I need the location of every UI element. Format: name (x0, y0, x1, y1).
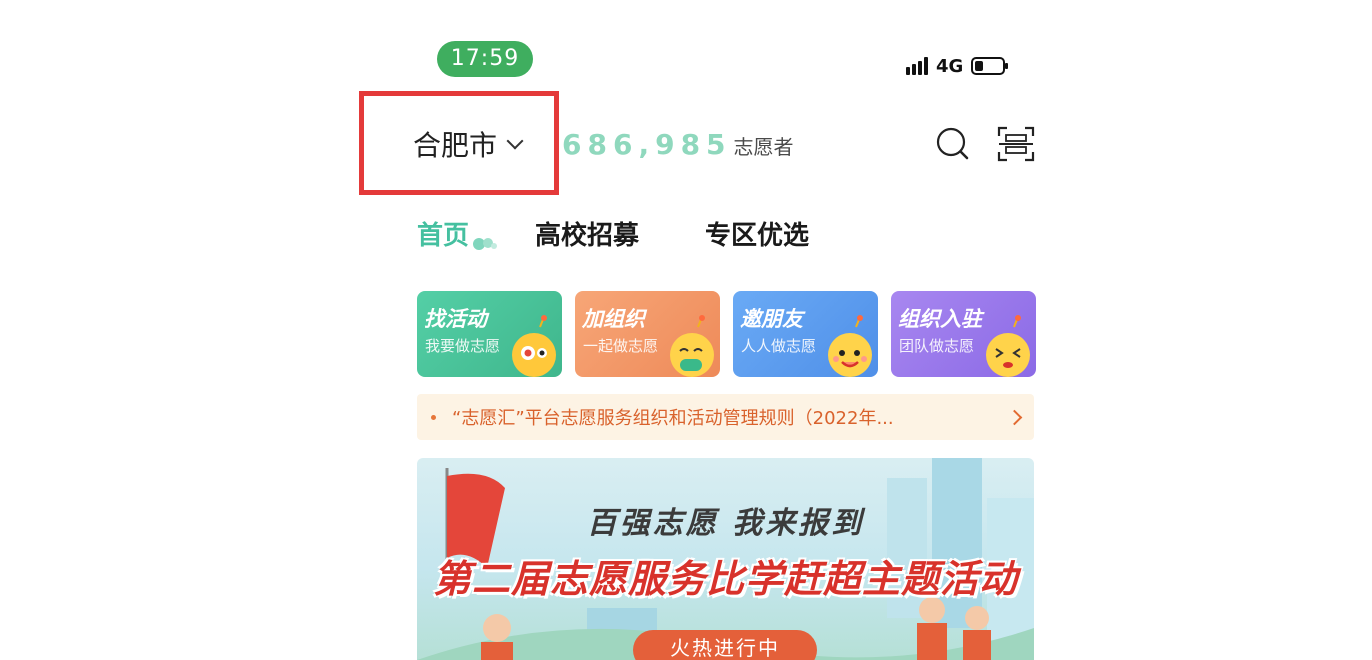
tab-home[interactable]: 首页 (417, 215, 498, 252)
volunteer-label: 志愿者 (733, 135, 794, 159)
card-title: 邀朋友 (740, 307, 803, 331)
quick-actions: 找活动 我要做志愿 加组织 一起做志愿 邀朋友 人人做志愿 组织入驻 团队做志愿 (417, 291, 1036, 377)
signal-icon (906, 57, 928, 75)
notice-text: “志愿汇”平台志愿服务组织和活动管理规则（2022年... (452, 408, 894, 429)
tab-featured-label: 专区优选 (705, 221, 810, 251)
tab-campus-label: 高校招募 (535, 221, 640, 251)
status-time: 17:59 (437, 41, 533, 77)
scan-icon[interactable] (996, 124, 1036, 164)
card-title: 加组织 (582, 307, 645, 331)
card-subtitle: 我要做志愿 (425, 337, 501, 355)
chevron-down-icon (506, 132, 524, 150)
city-selector[interactable]: 合肥市 (413, 124, 524, 164)
card-subtitle: 人人做志愿 (741, 337, 817, 355)
card-invite-friends[interactable]: 邀朋友 人人做志愿 (733, 291, 878, 377)
network-type: 4G (936, 55, 964, 77)
card-title: 找活动 (424, 307, 487, 331)
volunteer-counter: 686,985 志愿者 (562, 128, 794, 161)
mascot-icon (986, 315, 1030, 377)
card-subtitle: 一起做志愿 (583, 337, 659, 355)
city-name: 合肥市 (413, 129, 498, 162)
card-find-activity[interactable]: 找活动 我要做志愿 (417, 291, 562, 377)
card-org-onboard[interactable]: 组织入驻 团队做志愿 (891, 291, 1036, 377)
banner-slogan: 百强志愿 我来报到 (586, 506, 865, 541)
tab-home-label: 首页 (417, 221, 470, 251)
card-join-org[interactable]: 加组织 一起做志愿 (575, 291, 720, 377)
tab-featured[interactable]: 专区优选 (705, 215, 809, 252)
notice-dot-icon (431, 414, 436, 420)
banner-cta-button[interactable]: 火热进行中 (633, 630, 817, 660)
banner-title: 第二届志愿服务比学赶超主题活动 (432, 557, 1018, 601)
mascot-icon (670, 315, 714, 377)
volunteer-count: 686,985 (562, 128, 732, 161)
tab-active-indicator-icon (473, 238, 498, 250)
tab-campus-recruit[interactable]: 高校招募 (535, 215, 639, 252)
promo-banner[interactable]: 百强志愿 我来报到 第二届志愿服务比学赶超主题活动 火热进行中 (417, 458, 1034, 660)
search-icon[interactable] (934, 124, 974, 164)
chevron-right-icon (1006, 409, 1023, 425)
battery-level (975, 61, 984, 71)
card-title: 组织入驻 (898, 307, 982, 331)
mascot-icon (828, 315, 872, 377)
card-subtitle: 团队做志愿 (899, 337, 975, 355)
mascot-icon (512, 315, 556, 377)
battery-icon (971, 57, 1009, 75)
notice-bar[interactable]: “志愿汇”平台志愿服务组织和活动管理规则（2022年... (417, 394, 1034, 440)
tab-bar: 首页 高校招募 专区优选 (417, 215, 875, 252)
status-indicators: 4G (906, 54, 1009, 78)
